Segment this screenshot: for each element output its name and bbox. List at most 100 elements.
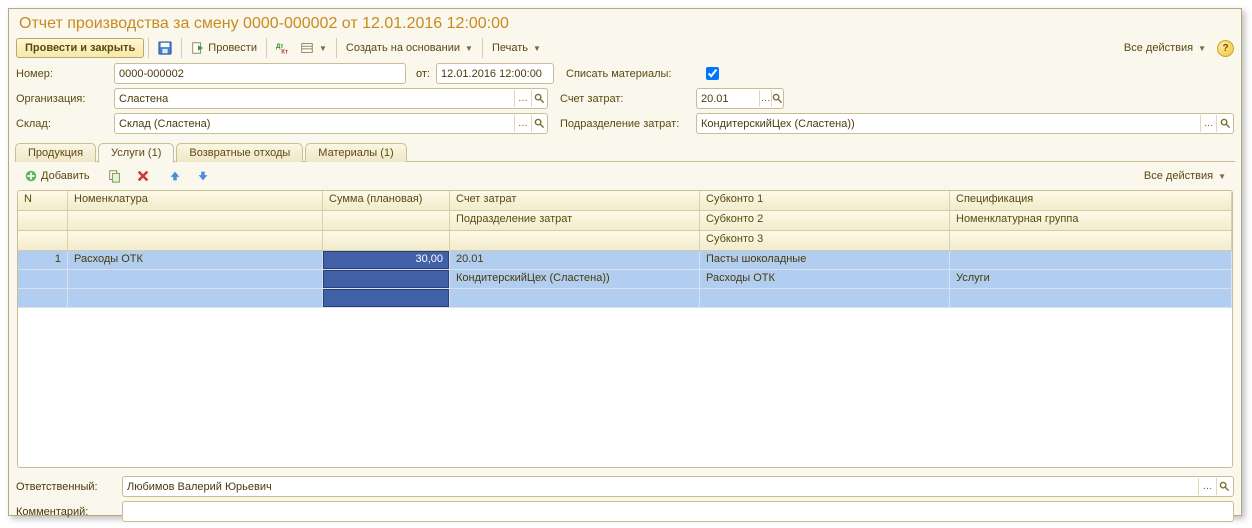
magnifier-icon xyxy=(534,93,545,104)
warehouse-open-button[interactable] xyxy=(531,115,547,132)
window-title: Отчет производства за смену 0000-000002 … xyxy=(9,9,1241,35)
magnifier-icon xyxy=(772,93,783,104)
writeoff-checkbox[interactable] xyxy=(706,67,719,80)
chevron-down-icon: ▼ xyxy=(319,44,327,53)
org-open-button[interactable] xyxy=(531,90,547,107)
post-label: Провести xyxy=(208,42,257,54)
cell-sum[interactable]: 30,00 xyxy=(323,251,450,270)
magnifier-icon xyxy=(1220,118,1231,129)
move-up-button[interactable] xyxy=(163,166,187,186)
table-row[interactable]: КондитерскийЦех (Сластена)) Расходы ОТК … xyxy=(18,270,1232,289)
date-label: от: xyxy=(412,68,430,80)
cost-acct-input-wrap: … xyxy=(696,88,784,109)
resp-select-button[interactable]: … xyxy=(1198,478,1215,495)
delete-row-button[interactable] xyxy=(131,166,155,186)
post-button[interactable]: Провести xyxy=(186,38,262,58)
cell-sub2[interactable]: Расходы ОТК xyxy=(700,270,950,289)
cell-sub3[interactable] xyxy=(700,289,950,308)
org-input-wrap: … xyxy=(114,88,548,109)
cell-n[interactable]: 1 xyxy=(18,251,68,270)
create-based-button[interactable]: Создать на основании ▼ xyxy=(341,39,478,57)
create-based-label: Создать на основании xyxy=(346,42,460,54)
col-sum[interactable]: Сумма (плановая) xyxy=(323,191,450,210)
cell-nomgroup[interactable]: Услуги xyxy=(950,270,1232,289)
warehouse-select-button[interactable]: … xyxy=(514,115,530,132)
registers-menu-button[interactable]: ▼ xyxy=(295,38,332,58)
add-icon xyxy=(24,169,38,183)
warehouse-input[interactable] xyxy=(115,115,514,132)
resp-input[interactable] xyxy=(123,478,1198,495)
col-dept[interactable]: Подразделение затрат xyxy=(450,211,700,230)
cell-sub1[interactable]: Пасты шоколадные xyxy=(700,251,950,270)
table-header-row2: Подразделение затрат Субконто 2 Номенкла… xyxy=(18,211,1232,231)
comment-input[interactable] xyxy=(123,503,1233,520)
cost-acct-open-button[interactable] xyxy=(771,90,783,107)
cell-nomen[interactable]: Расходы ОТК xyxy=(68,251,323,270)
number-input-wrap xyxy=(114,63,406,84)
warehouse-input-wrap: … xyxy=(114,113,548,134)
tab-materials[interactable]: Материалы (1) xyxy=(305,143,406,162)
col-sub3[interactable]: Субконто 3 xyxy=(700,231,950,250)
table-header-row3: Субконто 3 xyxy=(18,231,1232,251)
resp-open-button[interactable] xyxy=(1216,478,1233,495)
tabs: Продукция Услуги (1) Возвратные отходы М… xyxy=(9,140,1241,162)
magnifier-icon xyxy=(534,118,545,129)
dept-label: Подразделение затрат: xyxy=(560,118,690,130)
add-row-button[interactable]: Добавить xyxy=(19,166,95,186)
date-input[interactable] xyxy=(437,65,553,82)
table-row[interactable] xyxy=(18,289,1232,308)
col-sub1[interactable]: Субконто 1 xyxy=(700,191,950,210)
table-row[interactable]: 1 Расходы ОТК 30,00 20.01 Пасты шоколадн… xyxy=(18,251,1232,270)
add-label: Добавить xyxy=(41,170,90,182)
chevron-down-icon: ▼ xyxy=(465,44,473,53)
cell-spec[interactable] xyxy=(950,251,1232,270)
all-actions-button[interactable]: Все действия ▼ xyxy=(1119,39,1211,57)
post-and-close-button[interactable]: Провести и закрыть xyxy=(16,38,144,58)
chevron-down-icon: ▼ xyxy=(1218,172,1226,181)
dept-select-button[interactable]: … xyxy=(1200,115,1217,132)
save-button[interactable] xyxy=(153,38,177,58)
org-input[interactable] xyxy=(115,90,514,107)
warehouse-label: Склад: xyxy=(16,118,108,130)
dept-open-button[interactable] xyxy=(1216,115,1233,132)
org-label: Организация: xyxy=(16,93,108,105)
tab-all-actions-label: Все действия xyxy=(1144,170,1213,182)
cell-account[interactable]: 20.01 xyxy=(450,251,700,270)
save-icon xyxy=(158,41,172,55)
col-nomgroup[interactable]: Номенклатурная группа xyxy=(950,211,1232,230)
tab-products[interactable]: Продукция xyxy=(15,143,96,162)
cost-acct-label: Счет затрат: xyxy=(560,93,690,105)
col-account[interactable]: Счет затрат xyxy=(450,191,700,210)
dept-input[interactable] xyxy=(697,115,1200,132)
tab-services[interactable]: Услуги (1) xyxy=(98,143,174,163)
dt-kt-button[interactable]: ДтКт xyxy=(271,38,295,58)
resp-input-wrap: … xyxy=(122,476,1234,497)
help-button[interactable]: ? xyxy=(1217,40,1234,57)
chevron-down-icon: ▼ xyxy=(1198,44,1206,53)
arrow-down-icon xyxy=(196,169,210,183)
org-select-button[interactable]: … xyxy=(514,90,530,107)
table-body[interactable]: 1 Расходы ОТК 30,00 20.01 Пасты шоколадн… xyxy=(18,251,1232,467)
copy-row-button[interactable] xyxy=(103,166,127,186)
services-table: N Номенклатура Сумма (плановая) Счет зат… xyxy=(17,190,1233,468)
arrow-up-icon xyxy=(168,169,182,183)
col-sub2[interactable]: Субконто 2 xyxy=(700,211,950,230)
delete-icon xyxy=(136,169,150,183)
post-icon xyxy=(191,41,205,55)
col-spec[interactable]: Спецификация xyxy=(950,191,1232,210)
writeoff-label: Списать материалы: xyxy=(566,68,696,80)
number-input[interactable] xyxy=(115,65,405,82)
tab-all-actions-button[interactable]: Все действия ▼ xyxy=(1139,167,1231,185)
print-button[interactable]: Печать ▼ xyxy=(487,39,546,57)
col-nomen[interactable]: Номенклатура xyxy=(68,191,323,210)
cost-acct-input[interactable] xyxy=(697,90,759,107)
tab-toolbar: Добавить Все действия ▼ xyxy=(9,162,1241,190)
cost-acct-select-button[interactable]: … xyxy=(759,90,771,107)
comment-label: Комментарий: xyxy=(16,506,116,518)
chevron-down-icon: ▼ xyxy=(533,44,541,53)
col-n[interactable]: N xyxy=(18,191,68,210)
tab-returns[interactable]: Возвратные отходы xyxy=(176,143,303,162)
cell-dept[interactable]: КондитерскийЦех (Сластена)) xyxy=(450,270,700,289)
move-down-button[interactable] xyxy=(191,166,215,186)
svg-text:Кт: Кт xyxy=(281,48,288,55)
